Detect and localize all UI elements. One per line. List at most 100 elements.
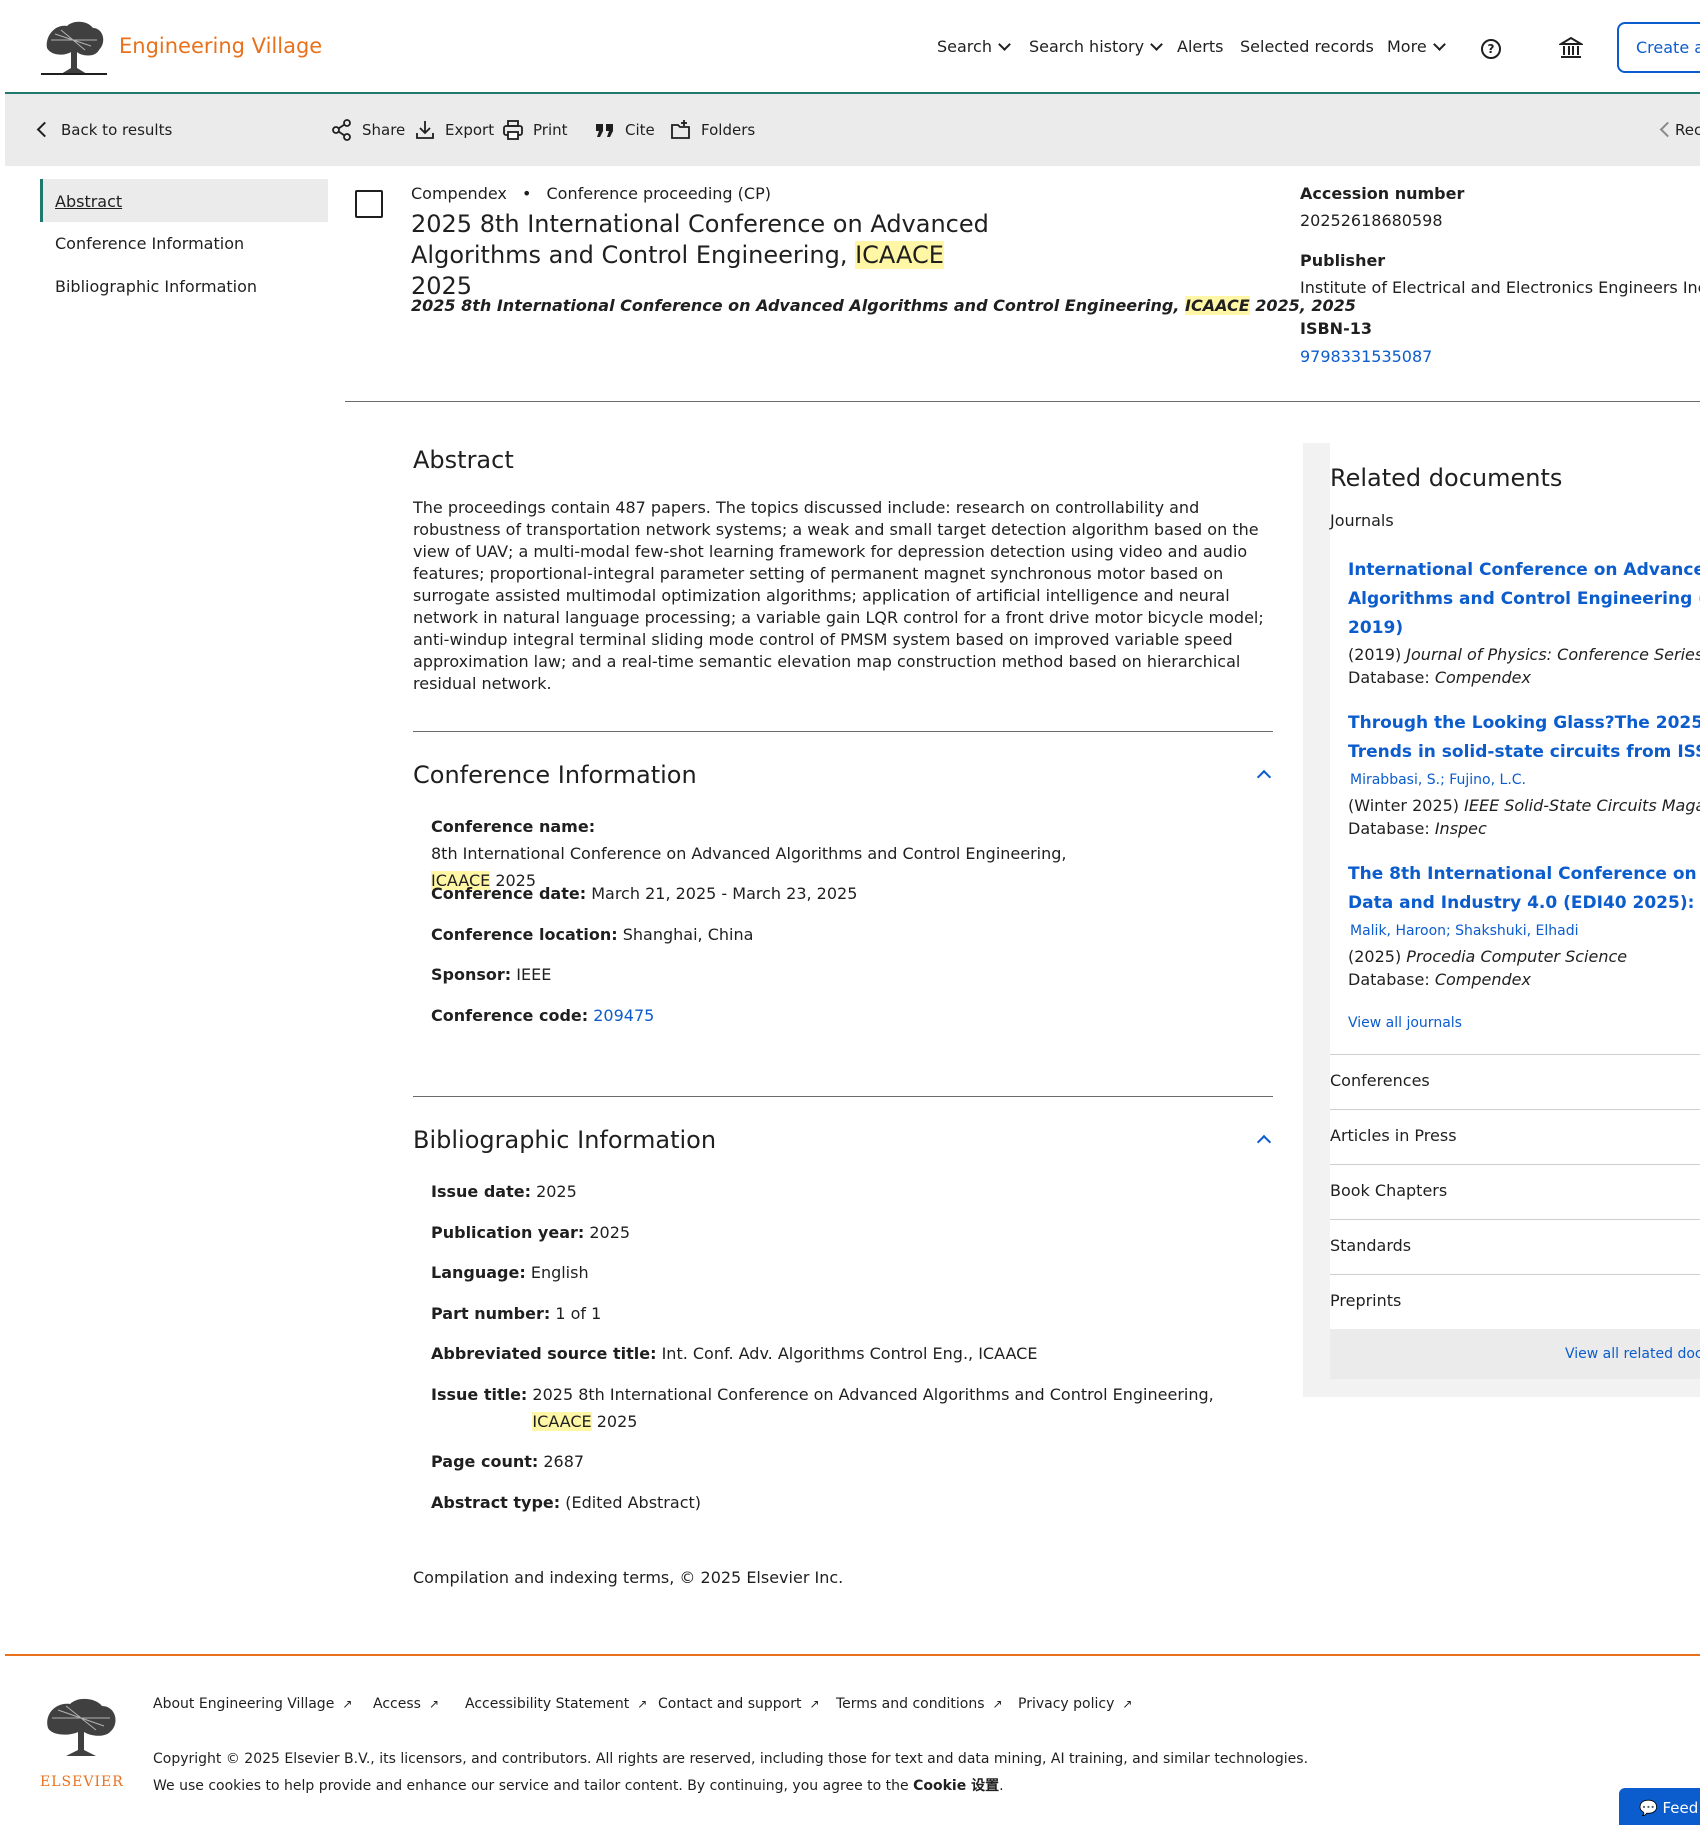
db-name: Inspec	[1434, 819, 1487, 838]
nav-search[interactable]: Search	[937, 37, 1011, 56]
chevron-left-icon	[36, 121, 53, 138]
footer-link-access[interactable]: Access ↗	[373, 1696, 439, 1712]
share-button[interactable]: Share	[331, 119, 405, 141]
source-title: Journal of Physics: Conference Series	[1406, 645, 1700, 664]
sidebar-item-abstract[interactable]: Abstract	[40, 179, 328, 222]
related-category-standards[interactable]: Standards	[1330, 1219, 1700, 1274]
sidebar-item-conference-information[interactable]: Conference Information	[55, 234, 244, 253]
cite-icon	[596, 124, 613, 137]
nav-search-label: Search	[937, 37, 992, 56]
nav-alerts[interactable]: Alerts	[1177, 37, 1223, 56]
nav-more[interactable]: More	[1387, 37, 1446, 56]
field-label: Conference location:	[431, 925, 618, 944]
field-label: Conference code:	[431, 1006, 589, 1025]
feedback-button[interactable]: 💬 Feed	[1619, 1788, 1700, 1825]
publisher-value: Institute of Electrical and Electronics …	[1300, 278, 1700, 297]
issue-title-field: Issue title: 2025 8th International Conf…	[431, 1381, 1261, 1435]
page-count-field: Page count: 2687	[431, 1448, 584, 1475]
cite-button[interactable]: Cite	[594, 121, 655, 139]
folders-icon	[671, 120, 690, 139]
link-label: About Engineering Village	[153, 1696, 335, 1712]
footer-link-contact[interactable]: Contact and support ↗	[658, 1696, 820, 1712]
back-to-results-label: Back to results	[61, 121, 173, 139]
db-label: Database:	[1348, 668, 1435, 687]
related-item-title-link[interactable]: International Conference on Advanced Alg…	[1348, 556, 1700, 643]
part-number-field: Part number: 1 of 1	[431, 1300, 601, 1327]
top-header: Engineering Village Search Search histor…	[5, 0, 1700, 94]
related-category-articles-in-press[interactable]: Articles in Press	[1330, 1109, 1700, 1164]
select-record-checkbox[interactable]	[355, 190, 383, 218]
help-icon[interactable]: ?	[1481, 39, 1501, 59]
footer-link-accessibility[interactable]: Accessibility Statement ↗	[465, 1696, 647, 1712]
record-source: 2025 8th International Conference on Adv…	[411, 296, 1356, 315]
field-label: Abbreviated source title:	[431, 1344, 657, 1363]
field-label: Conference name:	[431, 817, 596, 836]
abbreviated-source-title-field: Abbreviated source title: Int. Conf. Adv…	[431, 1340, 1037, 1367]
year: (Winter 2025)	[1348, 796, 1465, 815]
related-category-conferences[interactable]: Conferences	[1330, 1054, 1700, 1109]
related-item-title-link[interactable]: Through the Looking Glass?The 2025 Editi…	[1348, 709, 1700, 767]
create-account-button[interactable]: Create ac	[1617, 22, 1700, 73]
external-link-icon: ↗	[428, 1697, 439, 1711]
view-all-related-link[interactable]: View all related docu	[1565, 1346, 1700, 1362]
title-line: International Conference on Advanced	[1348, 560, 1700, 580]
related-item-source: (2019) Journal of Physics: Conference Se…	[1348, 645, 1700, 664]
nav-selected-records[interactable]: Selected records	[1240, 37, 1374, 56]
conference-code-field: Conference code: 209475	[431, 1002, 654, 1029]
field-label: Issue title:	[431, 1385, 528, 1404]
elsevier-tree-logo-icon[interactable]	[40, 1696, 122, 1758]
conference-code-link[interactable]: 209475	[593, 1006, 654, 1025]
isbn-label: ISBN-13	[1300, 319, 1372, 338]
field-value: 2687	[543, 1452, 585, 1471]
document-type: Conference proceeding (CP)	[546, 184, 771, 203]
institution-icon[interactable]	[1559, 36, 1583, 60]
source-title: IEEE Solid-State Circuits Magazine	[1464, 796, 1700, 815]
related-item-authors[interactable]: Malik, Haroon; Shakshuki, Elhadi	[1350, 923, 1579, 939]
view-all-journals-link[interactable]: View all journals	[1348, 1015, 1462, 1031]
issue-title-text-end: 2025	[591, 1412, 638, 1431]
footer-link-terms[interactable]: Terms and conditions ↗	[836, 1696, 1003, 1712]
chevron-down-icon	[998, 38, 1011, 51]
chevron-up-icon[interactable]	[1256, 769, 1272, 785]
related-item-authors[interactable]: Mirabbasi, S.; Fujino, L.C.	[1350, 772, 1526, 788]
record-meta: Compendex • Conference proceeding (CP)	[411, 184, 771, 203]
print-button[interactable]: Print	[502, 120, 568, 140]
footer-link-privacy[interactable]: Privacy policy ↗	[1018, 1696, 1132, 1712]
conference-name-text: 8th International Conference on Advanced…	[431, 844, 1067, 863]
isbn-link[interactable]: 9798331535087	[1300, 347, 1432, 366]
divider	[413, 731, 1273, 732]
feedback-label: Feed	[1662, 1799, 1699, 1817]
year: (2019)	[1348, 645, 1407, 664]
source-title: Procedia Computer Science	[1406, 947, 1628, 966]
cite-label: Cite	[625, 121, 655, 139]
sidebar-item-bibliographic-information[interactable]: Bibliographic Information	[55, 277, 257, 296]
publisher-label: Publisher	[1300, 251, 1386, 270]
divider	[413, 1096, 1273, 1097]
field-value: (Edited Abstract)	[565, 1493, 701, 1512]
title-highlight: ICAACE	[855, 241, 944, 269]
abstract-type-field: Abstract type: (Edited Abstract)	[431, 1489, 701, 1516]
related-category-book-chapters[interactable]: Book Chapters	[1330, 1164, 1700, 1219]
footer-link-about[interactable]: About Engineering Village ↗	[153, 1696, 352, 1712]
related-documents-heading: Related documents	[1330, 464, 1563, 492]
title-line: 2019)	[1348, 618, 1404, 638]
export-button[interactable]: Export	[414, 121, 494, 139]
related-item-title-link[interactable]: The 8th International Conference on Eme …	[1348, 860, 1700, 918]
compilation-copyright: Compilation and indexing terms, © 2025 E…	[413, 1568, 844, 1587]
folders-button[interactable]: Folders	[670, 120, 756, 139]
field-value: 1 of 1	[555, 1304, 602, 1323]
title-line: Through the Looking Glass?The 2025 Editi	[1348, 713, 1700, 733]
field-value: Shanghai, China	[622, 925, 754, 944]
record-nav-label: Rec	[1675, 121, 1700, 139]
folders-label: Folders	[701, 121, 756, 139]
nav-search-history[interactable]: Search history	[1029, 37, 1163, 56]
db-label: Database:	[1348, 819, 1435, 838]
external-link-icon: ↗	[637, 1697, 648, 1711]
chevron-left-icon	[1659, 121, 1676, 138]
elsevier-tree-logo-icon[interactable]	[41, 18, 107, 76]
cookie-settings-link[interactable]: Cookie 设置	[913, 1778, 999, 1794]
related-category-preprints[interactable]: Preprints	[1330, 1274, 1700, 1329]
chevron-up-icon[interactable]	[1256, 1134, 1272, 1150]
field-label: Page count:	[431, 1452, 539, 1471]
brand-name[interactable]: Engineering Village	[119, 34, 322, 58]
